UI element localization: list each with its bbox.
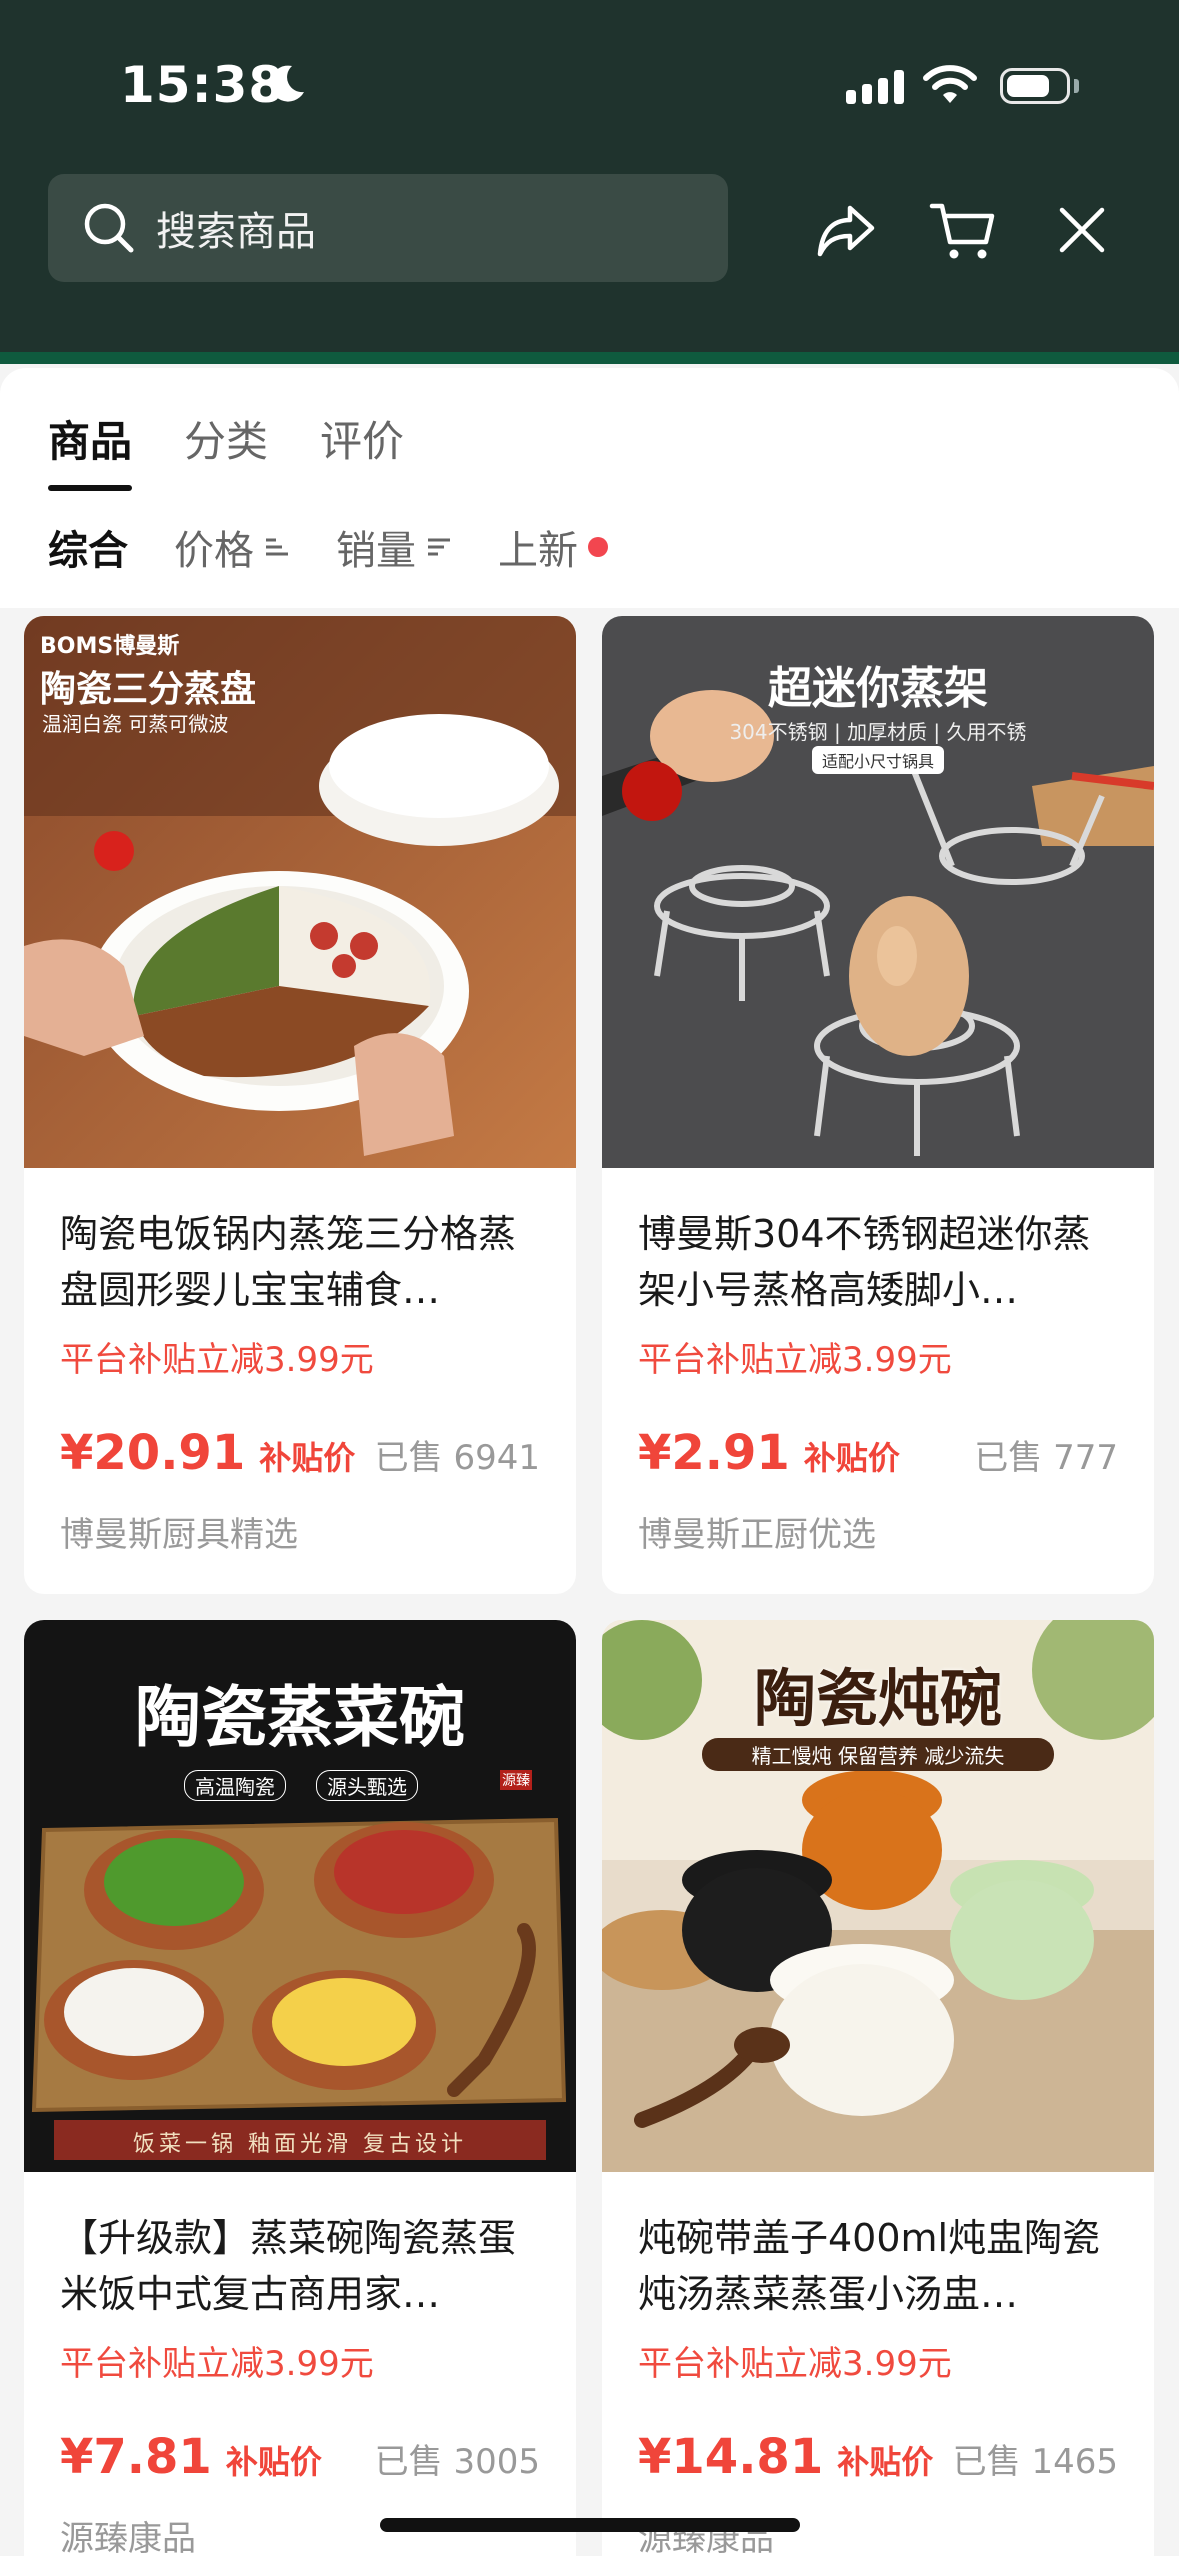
sort-overall[interactable]: 综合 xyxy=(48,518,128,576)
promo-text: 平台补贴立减3.99元 xyxy=(60,1340,374,1380)
share-icon[interactable] xyxy=(814,198,878,262)
image-brand: BOMS博曼斯 xyxy=(40,634,180,659)
search-icon xyxy=(82,201,136,255)
header-divider xyxy=(0,352,1179,364)
product-image[interactable]: 陶瓷炖碗 精工慢炖 保留营养 减少流失 xyxy=(602,1620,1154,2172)
product-info: 【升级款】蒸菜碗陶瓷蒸蛋米饭中式复古商用家… 平台补贴立减3.99元 ¥7.81… xyxy=(24,2172,576,2556)
promo-text: 平台补贴立减3.99元 xyxy=(638,1340,952,1380)
sort-overall-label: 综合 xyxy=(48,528,128,574)
sort-sales[interactable]: 销量 xyxy=(336,518,452,576)
product-info: 陶瓷电饭锅内蒸笼三分格蒸盘圆形婴儿宝宝辅食… 平台补贴立减3.99元 ¥20.9… xyxy=(24,1168,576,1556)
sold-count: 已售 777 xyxy=(974,1438,1118,1478)
product-card[interactable]: 超迷你蒸架 304不锈钢 | 加厚材质 | 久用不锈 适配小尺寸锅具 博曼斯30… xyxy=(602,616,1154,1594)
price-row: ¥7.81 补贴价 已售 3005 xyxy=(60,2429,540,2485)
cart-icon[interactable] xyxy=(928,198,998,262)
product-sheet: 商品 分类 评价 综合 价格 销量 上新 BOMS博曼斯 陶瓷三分蒸盘 温润白瓷… xyxy=(0,368,1179,2556)
sort-sales-label: 销量 xyxy=(336,528,416,574)
image-badge: 适配小尺寸锅具 xyxy=(812,746,945,774)
moon-icon xyxy=(270,65,304,102)
sort-icon xyxy=(266,538,288,556)
status-bar: 15:38 xyxy=(0,0,1179,170)
tab-products[interactable]: 商品 xyxy=(48,408,133,491)
price-tag: 补贴价 xyxy=(225,2443,322,2481)
product-image[interactable]: BOMS博曼斯 陶瓷三分蒸盘 温润白瓷 可蒸可微波 xyxy=(24,616,576,1168)
product-card[interactable]: 陶瓷炖碗 精工慢炖 保留营养 减少流失 炖碗带盖子400ml炖盅陶瓷炖汤蒸菜蒸蛋… xyxy=(602,1620,1154,2556)
sold-count: 已售 3005 xyxy=(374,2442,540,2482)
search-placeholder: 搜索商品 xyxy=(156,209,316,255)
shop-name[interactable]: 博曼斯厨具精选 xyxy=(60,1507,540,1556)
product-price: ¥7.81 xyxy=(60,2429,212,2485)
product-title: 博曼斯304不锈钢超迷你蒸架小号蒸格高矮脚小… xyxy=(638,1212,1091,1312)
tab-reviews[interactable]: 评价 xyxy=(320,408,404,491)
sort-price-label: 价格 xyxy=(174,528,254,574)
status-time: 15:38 xyxy=(120,56,285,114)
image-subline: 304不锈钢 | 加厚材质 | 久用不锈 xyxy=(729,720,1027,744)
image-headline: 陶瓷炖碗 xyxy=(753,1662,1002,1735)
image-subline-right: 源头甄选 xyxy=(316,1770,418,1801)
sold-count: 已售 6941 xyxy=(374,1438,540,1478)
image-footer: 饭菜一锅 釉面光滑 复古设计 xyxy=(133,2132,467,2157)
product-image[interactable]: 陶瓷蒸菜碗 高温陶瓷 源头甄选 源臻 饭菜一锅 釉面光滑 复古设计 xyxy=(24,1620,576,2172)
home-indicator[interactable] xyxy=(380,2518,800,2532)
price-tag: 补贴价 xyxy=(837,2443,934,2481)
sold-count: 已售 1465 xyxy=(952,2442,1118,2482)
image-subline-left: 高温陶瓷 xyxy=(184,1770,286,1801)
wifi-icon xyxy=(923,65,977,103)
promo-text: 平台补贴立减3.99元 xyxy=(638,2344,952,2384)
tabs-area: 商品 分类 评价 综合 价格 销量 上新 xyxy=(0,368,1179,608)
shop-name[interactable]: 博曼斯正厨优选 xyxy=(638,1507,1118,1556)
product-info: 博曼斯304不锈钢超迷你蒸架小号蒸格高矮脚小… 平台补贴立减3.99元 ¥2.9… xyxy=(602,1168,1154,1556)
image-subline: 温润白瓷 可蒸可微波 xyxy=(42,712,229,736)
sort-price[interactable]: 价格 xyxy=(174,518,290,576)
product-title: 炖碗带盖子400ml炖盅陶瓷炖汤蒸菜蒸蛋小汤盅… xyxy=(638,2216,1101,2316)
search-bar[interactable]: 搜索商品 xyxy=(48,174,728,282)
new-dot-badge xyxy=(588,537,608,557)
product-title: 【升级款】蒸菜碗陶瓷蒸蛋米饭中式复古商用家… xyxy=(60,2216,517,2316)
image-subline: 精工慢炖 保留营养 减少流失 xyxy=(702,1738,1054,1771)
tab-category[interactable]: 分类 xyxy=(184,408,268,491)
sort-new[interactable]: 上新 xyxy=(498,518,608,576)
product-title: 陶瓷电饭锅内蒸笼三分格蒸盘圆形婴儿宝宝辅食… xyxy=(60,1212,517,1312)
sort-icon xyxy=(428,538,450,556)
price-row: ¥2.91 补贴价 已售 777 xyxy=(638,1425,1118,1481)
product-card[interactable]: BOMS博曼斯 陶瓷三分蒸盘 温润白瓷 可蒸可微波 陶瓷电饭锅内蒸笼三分格蒸盘圆… xyxy=(24,616,576,1594)
image-seal: 源臻 xyxy=(500,1770,532,1790)
product-info: 炖碗带盖子400ml炖盅陶瓷炖汤蒸菜蒸蛋小汤盅… 平台补贴立减3.99元 ¥14… xyxy=(602,2172,1154,2556)
product-image[interactable]: 超迷你蒸架 304不锈钢 | 加厚材质 | 久用不锈 适配小尺寸锅具 xyxy=(602,616,1154,1168)
image-headline: 陶瓷蒸菜碗 xyxy=(135,1678,465,1756)
product-price: ¥2.91 xyxy=(638,1425,790,1481)
product-price: ¥14.81 xyxy=(638,2429,824,2485)
cellular-signal-icon xyxy=(846,70,904,104)
price-row: ¥14.81 补贴价 已售 1465 xyxy=(638,2429,1118,2485)
sort-new-label: 上新 xyxy=(498,528,578,574)
sort-bar: 综合 价格 销量 上新 xyxy=(48,518,608,576)
price-tag: 补贴价 xyxy=(803,1439,900,1477)
image-headline: 超迷你蒸架 xyxy=(768,663,988,714)
promo-text: 平台补贴立减3.99元 xyxy=(60,2344,374,2384)
close-icon[interactable] xyxy=(1054,202,1110,258)
product-card[interactable]: 陶瓷蒸菜碗 高温陶瓷 源头甄选 源臻 饭菜一锅 釉面光滑 复古设计 【升级款】蒸… xyxy=(24,1620,576,2556)
product-price: ¥20.91 xyxy=(60,1425,246,1481)
battery-icon xyxy=(1000,68,1070,104)
image-headline: 陶瓷三分蒸盘 xyxy=(40,669,257,710)
price-row: ¥20.91 补贴价 已售 6941 xyxy=(60,1425,540,1481)
price-tag: 补贴价 xyxy=(259,1439,356,1477)
header: 15:38 搜索商品 xyxy=(0,0,1179,364)
battery-tip xyxy=(1074,79,1079,93)
tab-bar: 商品 分类 评价 xyxy=(48,408,404,491)
